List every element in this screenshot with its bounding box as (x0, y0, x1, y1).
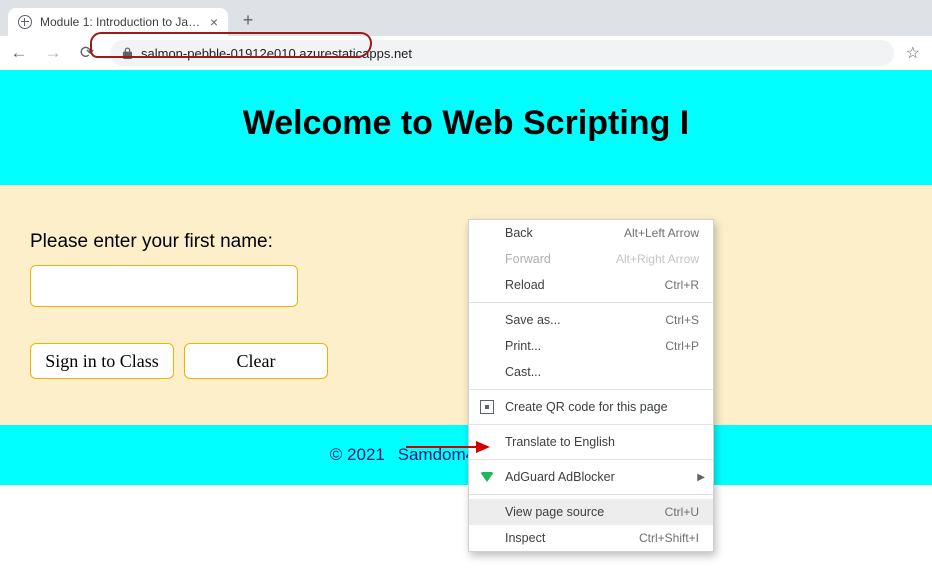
context-item-print[interactable]: Print... Ctrl+P (469, 333, 713, 359)
first-name-input[interactable] (30, 265, 298, 307)
button-row: Sign in to Class Clear (30, 343, 902, 379)
close-icon[interactable]: × (210, 15, 218, 29)
page-title: Welcome to Web Scripting I (10, 104, 922, 143)
clear-button[interactable]: Clear (184, 343, 328, 379)
context-item-back[interactable]: Back Alt+Left Arrow (469, 220, 713, 246)
context-item-adguard[interactable]: AdGuard AdBlocker ▶ (469, 464, 713, 490)
footer-copyright: © 2021 (330, 445, 385, 464)
context-menu: Back Alt+Left Arrow Forward Alt+Right Ar… (468, 219, 714, 552)
reload-button[interactable]: ⟳ (76, 43, 98, 63)
context-item-forward[interactable]: Forward Alt+Right Arrow (469, 246, 713, 272)
forward-button[interactable]: → (42, 43, 64, 63)
form-section: Please enter your first name: Sign in to… (0, 185, 932, 425)
context-item-translate[interactable]: Translate to English (469, 429, 713, 455)
globe-icon (18, 15, 32, 29)
qr-icon (479, 399, 495, 415)
shield-icon (479, 469, 495, 485)
context-item-reload[interactable]: Reload Ctrl+R (469, 272, 713, 298)
footer: © 2021 Samdom4Peace Designs. (0, 425, 932, 485)
context-item-cast[interactable]: Cast... (469, 359, 713, 385)
browser-chrome: Module 1: Introduction to JavaSc × + ← →… (0, 0, 932, 70)
tab-strip: Module 1: Introduction to JavaSc × + (0, 0, 932, 36)
context-separator (469, 494, 713, 495)
browser-tab[interactable]: Module 1: Introduction to JavaSc × (8, 8, 228, 36)
context-separator (469, 302, 713, 303)
context-item-view-source[interactable]: View page source Ctrl+U (469, 499, 713, 525)
chevron-right-icon: ▶ (697, 472, 705, 483)
tab-title: Module 1: Introduction to JavaSc (40, 15, 202, 29)
address-bar[interactable]: salmon-pebble-01912e010.azurestaticapps.… (110, 40, 894, 66)
name-label: Please enter your first name: (30, 231, 902, 253)
back-button[interactable]: ← (8, 43, 30, 63)
context-separator (469, 459, 713, 460)
lock-icon (122, 47, 133, 59)
page-content: Welcome to Web Scripting I Please enter … (0, 70, 932, 485)
context-separator (469, 424, 713, 425)
context-separator (469, 389, 713, 390)
context-item-qr[interactable]: Create QR code for this page (469, 394, 713, 420)
sign-in-button[interactable]: Sign in to Class (30, 343, 174, 379)
url-text: salmon-pebble-01912e010.azurestaticapps.… (141, 46, 412, 61)
browser-toolbar: ← → ⟳ salmon-pebble-01912e010.azurestati… (0, 36, 932, 70)
new-tab-button[interactable]: + (234, 6, 262, 34)
bookmark-icon[interactable]: ☆ (906, 43, 920, 63)
hero-banner: Welcome to Web Scripting I (0, 70, 932, 185)
context-item-saveas[interactable]: Save as... Ctrl+S (469, 307, 713, 333)
context-item-inspect[interactable]: Inspect Ctrl+Shift+I (469, 525, 713, 551)
